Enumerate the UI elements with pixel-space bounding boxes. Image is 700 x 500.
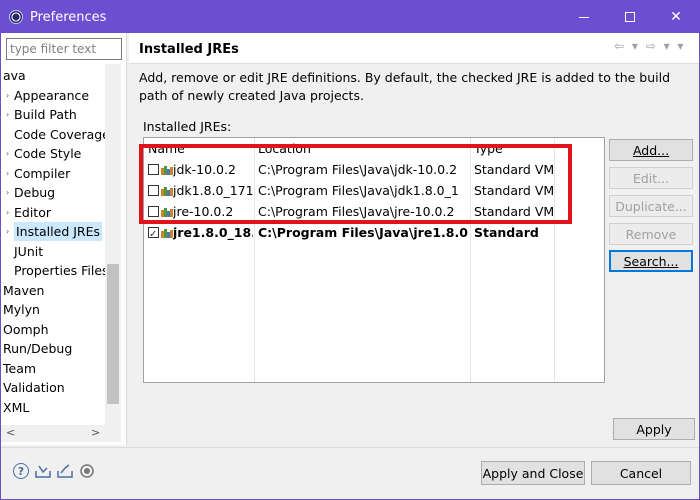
tree-item-label: XML (3, 399, 30, 415)
tree-item-label: Build Path (14, 107, 77, 122)
remove-button[interactable]: Remove (609, 223, 693, 245)
header-divider (129, 63, 699, 64)
tree-item[interactable]: JUnit (1, 242, 119, 261)
window-title: Preferences (30, 9, 107, 25)
preferences-window: Preferences ✕ ava › Appearance › Build Path C… (0, 0, 700, 500)
page-description: Add, remove or edit JRE definitions. By … (139, 70, 671, 103)
cell-location: C:\Program Files\Java\jre1.8.0... (258, 225, 468, 240)
tree-item[interactable]: Code Coverage (1, 125, 119, 144)
export-icon[interactable] (57, 463, 73, 479)
apply-and-close-button[interactable]: Apply and Close (481, 461, 585, 485)
tree-item-label: Team (3, 360, 37, 376)
tree-item-label: Code Style (14, 146, 82, 161)
tree-item[interactable]: Oomph (1, 320, 119, 339)
highlight-annotation-box (139, 144, 572, 224)
tree-item[interactable]: Team (1, 359, 119, 378)
filter-input[interactable] (6, 38, 122, 60)
tree-item-label: Oomph (3, 321, 49, 337)
edit-button[interactable]: Edit... (609, 167, 693, 189)
cell-name: jre1.8.0_18... (173, 225, 253, 240)
tree-item[interactable]: › Debug (1, 183, 119, 202)
preferences-tree: ava › Appearance › Build Path Code Coverage › C… (1, 64, 119, 426)
expand-arrow-icon[interactable]: › (6, 144, 9, 163)
tree-item-label: Validation (3, 380, 65, 395)
title-bar: Preferences ✕ (1, 1, 699, 33)
tree-item-label: ava (3, 68, 26, 83)
close-button[interactable]: ✕ (653, 1, 699, 33)
expand-arrow-icon[interactable]: › (6, 183, 9, 202)
tree-item[interactable]: XML (1, 398, 119, 417)
oomph-record-icon[interactable] (79, 463, 95, 479)
tree-item-label: Debug (14, 185, 56, 200)
preferences-tree-pane: ava › Appearance › Build Path Code Coverage › C… (1, 33, 127, 445)
eclipse-icon (9, 10, 23, 24)
close-icon: ✕ (670, 9, 682, 25)
maximize-icon (625, 12, 635, 22)
import-icon[interactable] (35, 463, 51, 479)
row-checkbox[interactable] (148, 224, 159, 245)
tree-item-label: Compiler (14, 165, 71, 181)
footer-divider (1, 447, 699, 448)
tree-vertical-scrollbar[interactable] (105, 64, 121, 426)
search-button[interactable]: Search... (609, 250, 693, 272)
tree-item[interactable]: ava (1, 66, 119, 85)
page-title: Installed JREs (139, 42, 239, 57)
tree-item[interactable]: Validation (1, 378, 119, 397)
tree-item[interactable]: Properties Files (1, 261, 119, 280)
tree-item[interactable]: › Build Path (1, 105, 119, 124)
tree-item-label: Properties Files (14, 263, 109, 278)
expand-arrow-icon[interactable]: › (6, 203, 9, 222)
minimize-icon (579, 16, 589, 18)
tree-item-label: Installed JREs (14, 222, 103, 241)
table-row[interactable]: jre1.8.0_18... C:\Program Files\Java\jre1… (144, 222, 604, 245)
tree-item-label: Run/Debug (3, 341, 73, 356)
footer-icons: ? (13, 463, 95, 481)
tree-item-label: JUnit (14, 243, 44, 259)
tree-item[interactable]: › Compiler (1, 164, 119, 183)
expand-arrow-icon[interactable]: › (6, 164, 9, 183)
apply-button[interactable]: Apply (613, 418, 695, 440)
tree-item-label: Appearance (14, 87, 90, 103)
tree-item[interactable]: › Installed JREs (1, 222, 119, 241)
expand-arrow-icon[interactable]: › (6, 86, 9, 105)
page-header: Installed JREs ⇦ ▾ ⇨ ▾ ▾ (129, 33, 699, 63)
tree-item[interactable]: Maven (1, 281, 119, 300)
jre-library-icon (161, 229, 173, 238)
tree-scroll-thumb[interactable] (107, 264, 119, 404)
tree-item[interactable]: Run/Debug (1, 339, 119, 358)
tree-horizontal-scrollbar[interactable]: < > (1, 425, 121, 442)
tree-item-label: Mylyn (3, 302, 40, 317)
maximize-button[interactable] (607, 1, 653, 33)
tree-item-label: Editor (14, 204, 51, 220)
scroll-left-icon[interactable]: < (6, 426, 15, 439)
cancel-button[interactable]: Cancel (591, 461, 691, 485)
tree-item[interactable]: › Editor (1, 203, 119, 222)
tree-item-label: Code Coverage (14, 126, 110, 142)
scroll-right-icon[interactable]: > (91, 426, 100, 439)
add-button[interactable]: Add... (609, 139, 693, 161)
tree-item[interactable]: › Appearance (1, 86, 119, 105)
minimize-button[interactable] (561, 1, 607, 33)
installed-jres-label: Installed JREs: (143, 119, 232, 134)
duplicate-button[interactable]: Duplicate... (609, 195, 693, 217)
cell-type: Standard (474, 225, 539, 240)
tree-item[interactable]: Mylyn (1, 300, 119, 319)
expand-arrow-icon[interactable]: › (6, 222, 9, 241)
expand-arrow-icon[interactable]: › (6, 105, 9, 124)
help-icon[interactable]: ? (13, 463, 29, 479)
history-nav-icons[interactable]: ⇦ ▾ ⇨ ▾ ▾ (614, 39, 685, 53)
tree-item[interactable]: › Code Style (1, 144, 119, 163)
tree-item-label: Maven (3, 282, 45, 298)
